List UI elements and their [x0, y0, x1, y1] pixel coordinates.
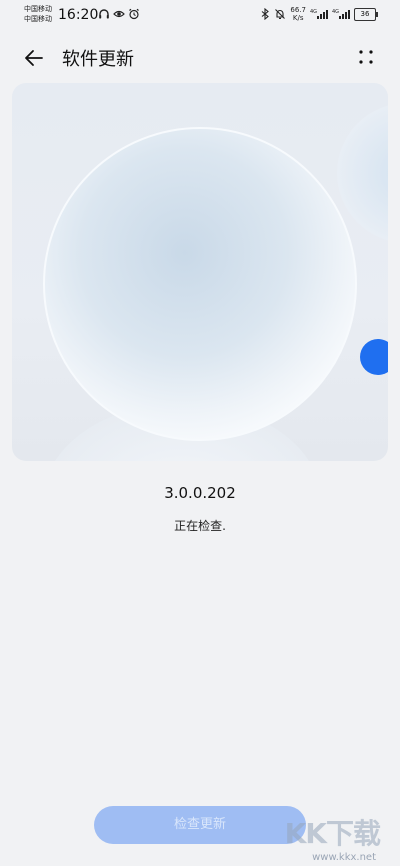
status-icons-right: 66.7 K/s 4G 4G 36: [260, 6, 378, 22]
hero-illustration-card: [12, 83, 388, 461]
check-status-text: 正在检查.: [174, 519, 226, 533]
watermark-url: www.kkx.net: [312, 852, 376, 863]
alarm-icon: [129, 8, 139, 20]
version-number: 3.0.0.202: [164, 484, 236, 502]
signal-icon-2: 4G: [332, 9, 350, 19]
app-header: 软件更新: [0, 38, 400, 78]
mute-bell-icon: [275, 9, 286, 19]
page-title: 软件更新: [62, 49, 134, 70]
clock: 16:20: [58, 7, 99, 23]
headphones-icon: [99, 9, 109, 19]
check-update-button[interactable]: 检查更新: [94, 806, 306, 844]
carrier-labels: 中国移动 中国移动: [24, 4, 52, 24]
signal-1-label: 4G: [310, 9, 317, 15]
carrier-2: 中国移动: [24, 15, 52, 23]
eye-icon: [113, 10, 125, 18]
blue-indicator-dot: [360, 339, 388, 375]
network-speed-unit: K/s: [292, 14, 304, 22]
more-options-icon[interactable]: [356, 47, 376, 67]
watermark-logo: KK下载: [284, 817, 381, 850]
network-speed-value: 66.7: [290, 6, 306, 14]
bluetooth-icon: [262, 8, 270, 20]
signal-2-label: 4G: [332, 9, 339, 15]
signal-icon: 4G: [310, 9, 328, 19]
update-sphere-illustration: [43, 105, 388, 461]
network-speed: 66.7 K/s: [290, 6, 306, 22]
status-icons-left: [98, 8, 140, 20]
back-arrow-icon[interactable]: [22, 46, 46, 70]
status-bar: 中国移动 中国移动 16:20 66.7 K/s 4G 4G 36: [0, 0, 400, 30]
battery-indicator: 36: [354, 7, 378, 21]
carrier-1: 中国移动: [24, 5, 52, 13]
